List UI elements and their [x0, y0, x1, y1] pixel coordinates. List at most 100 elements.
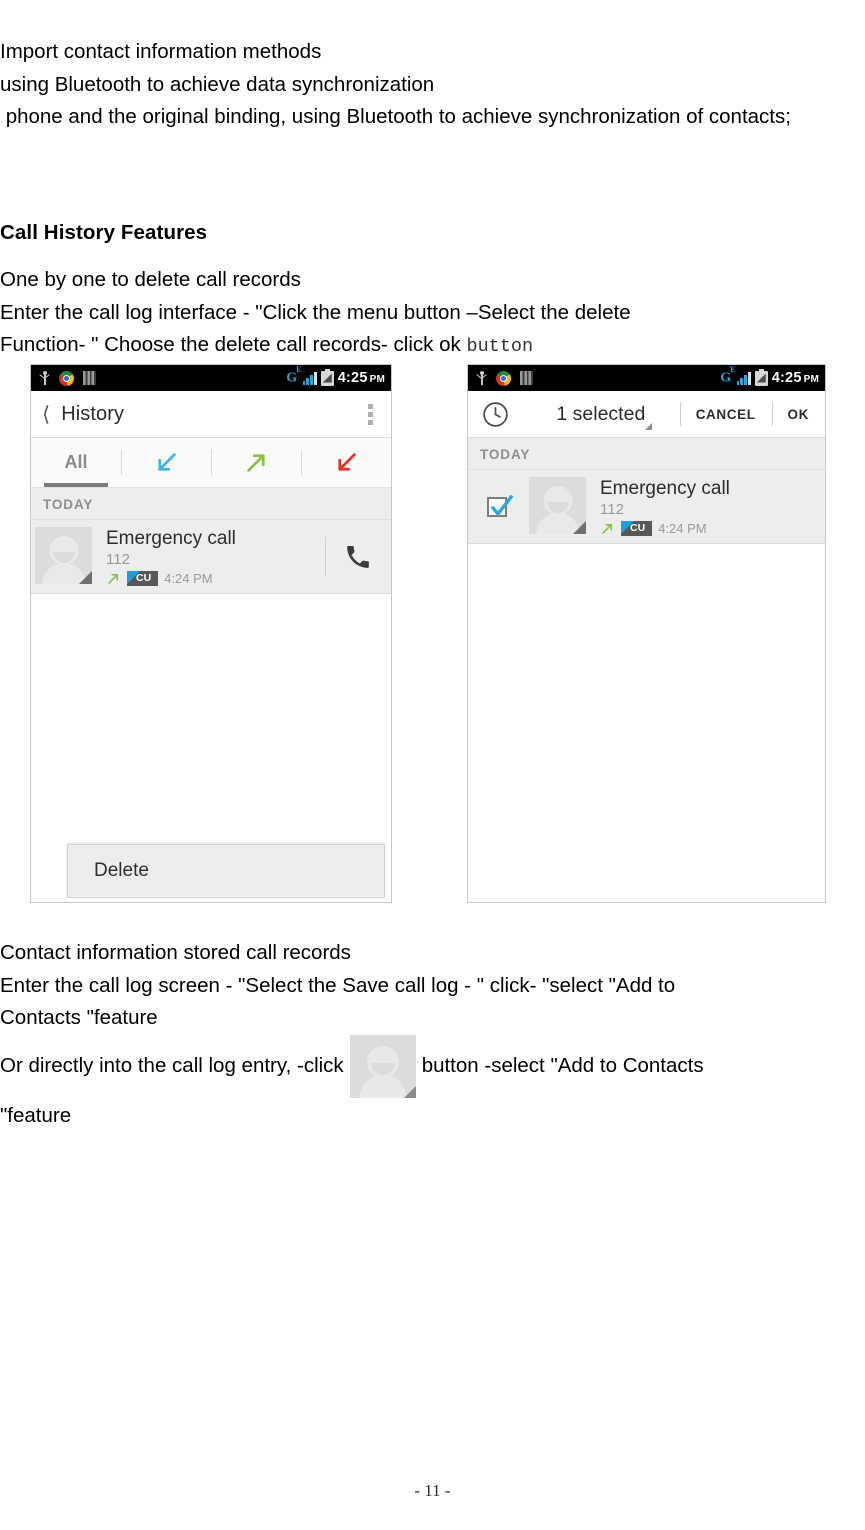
inline-contact-avatar-icon	[349, 1034, 416, 1098]
call-phone-number: 112	[600, 501, 624, 518]
dropdown-caret-icon	[644, 423, 652, 430]
outgoing-arrow-icon	[246, 454, 265, 472]
call-log-row[interactable]: Emergency call 112 CU 4:24 PM	[31, 520, 391, 594]
tab-incoming[interactable]	[121, 438, 211, 487]
selection-checkbox[interactable]	[486, 494, 513, 517]
chrome-icon	[496, 370, 511, 386]
para3-line-4: Or directly into the call log entry, -cl…	[0, 1034, 862, 1098]
para3-line-2: Enter the call log screen - "Select the …	[0, 973, 676, 997]
battery-icon	[754, 368, 768, 386]
back-chevron-icon[interactable]: ⟨	[42, 404, 50, 425]
call-meta-row: CU 4:24 PM	[600, 521, 825, 536]
missed-arrow-icon	[337, 453, 356, 471]
selection-count-dropdown[interactable]: 1 selected	[522, 391, 680, 437]
section-heading: Call History Features	[0, 221, 208, 244]
selection-count-label: 1 selected	[556, 402, 646, 425]
para2-mono-word: button	[466, 336, 534, 357]
tab-missed[interactable]	[301, 438, 391, 487]
status-bar-left-icons	[39, 370, 96, 386]
clock-time: 4:25	[771, 370, 802, 386]
cancel-button[interactable]: CANCEL	[679, 391, 772, 437]
contact-avatar	[35, 527, 92, 584]
clock-icon	[468, 400, 522, 429]
page-title: History	[61, 402, 125, 425]
para2-line-1: One by one to delete call records	[0, 268, 301, 291]
outgoing-arrow-icon	[108, 573, 119, 584]
sim-badge: CU	[127, 571, 159, 586]
call-back-button[interactable]	[325, 527, 391, 586]
intro-line-2: using Bluetooth to achieve data synchron…	[0, 72, 435, 96]
tab-all[interactable]: All	[31, 438, 121, 487]
sim-badge-label: CU	[136, 572, 152, 584]
page-number: - 11 -	[414, 1481, 451, 1500]
row-checkbox-cell[interactable]	[468, 477, 525, 536]
incoming-arrow-icon	[157, 453, 176, 471]
ok-button-label: OK	[787, 406, 809, 422]
sim-badge-label: CU	[630, 522, 646, 534]
para4-tail-text: "feature	[0, 1104, 72, 1127]
delete-menu-label: Delete	[94, 860, 149, 881]
contact-avatar	[529, 477, 586, 534]
para2-line-2: Enter the call log interface - "Click th…	[0, 300, 631, 324]
status-bar-left: GE 4:25 PM	[31, 365, 391, 391]
status-bar-clock: 4:25 PM	[772, 370, 819, 386]
avatar-corner-marker	[79, 571, 92, 584]
status-bar-right: GE 4:25 PM	[468, 365, 825, 391]
intro-line-3: phone and the original binding, using Bl…	[0, 105, 791, 128]
overflow-menu-icon[interactable]	[362, 400, 379, 429]
para2-line-3-text: Function- " Choose the delete call recor…	[0, 333, 467, 356]
network-type-icon: GE	[286, 366, 302, 386]
call-filter-tabs: All	[31, 438, 391, 488]
network-sup: E	[730, 365, 736, 375]
para3-line-3: Contacts "feature	[0, 1006, 158, 1029]
usb-icon	[39, 370, 50, 386]
delete-menu-item[interactable]: Delete	[67, 844, 385, 898]
para4-prefix-text: Or directly into the call log entry, -cl…	[0, 1053, 344, 1077]
section-header-today: TODAY	[468, 438, 825, 470]
battery-icon	[320, 368, 334, 386]
avatar-corner-marker	[573, 521, 586, 534]
action-bar-history: ⟨ History	[31, 391, 391, 438]
call-timestamp: 4:24 PM	[658, 521, 707, 536]
clock-time: 4:25	[337, 370, 368, 386]
para3-line-1: Contact information stored call records	[0, 941, 351, 964]
call-meta-row: CU 4:24 PM	[106, 571, 325, 586]
section-header-today: TODAY	[31, 488, 391, 520]
signal-bars-icon	[83, 371, 96, 385]
network-type-icon: GE	[720, 366, 736, 386]
document-page: Import contact information methods using…	[0, 0, 865, 1530]
tab-outgoing[interactable]	[211, 438, 301, 487]
ok-button[interactable]: OK	[771, 391, 825, 437]
delete-instructions-paragraph: One by one to delete call records Enter …	[0, 264, 862, 364]
feature-tail-paragraph: "feature	[0, 1100, 862, 1133]
outgoing-arrow-icon	[602, 523, 613, 534]
signal-bars-icon	[520, 371, 533, 385]
action-bar-selection: 1 selected CANCEL OK	[468, 391, 825, 438]
call-phone-number: 112	[106, 551, 130, 568]
call-details: Emergency call 112 CU 4:24 PM	[92, 527, 325, 586]
save-contact-instructions-paragraph: Contact information stored call records …	[0, 937, 862, 1098]
call-contact-name: Emergency call	[106, 528, 236, 549]
para4-suffix-text: button -select "Add to Contacts	[421, 1053, 704, 1077]
signal-strength-icon	[302, 371, 317, 385]
status-bar-right-icons: GE 4:25 PM	[286, 366, 385, 386]
call-timestamp: 4:24 PM	[164, 571, 213, 586]
chrome-icon	[59, 370, 74, 386]
empty-list-area-right	[468, 544, 825, 902]
signal-strength-icon	[736, 371, 751, 385]
screenshot-selection-mode: GE 4:25 PM 1 selected CANCEL OK TODAY Em…	[467, 364, 826, 903]
phone-handset-icon	[347, 545, 369, 568]
network-sup: E	[296, 365, 302, 375]
page-footer: - 11 -	[0, 1481, 865, 1501]
status-bar-clock: 4:25 PM	[338, 370, 385, 386]
usb-icon	[476, 370, 487, 386]
call-details: Emergency call 112 CU 4:24 PM	[586, 477, 825, 536]
checkmark-icon	[490, 494, 513, 517]
para2-line-3: Function- " Choose the delete call recor…	[0, 329, 862, 364]
cancel-button-label: CANCEL	[695, 406, 756, 422]
clock-ampm: PM	[803, 374, 819, 385]
intro-line-1: Import contact information methods	[0, 40, 322, 63]
call-log-row-selected[interactable]: Emergency call 112 CU 4:24 PM	[468, 470, 825, 544]
status-bar-right-right-icons: GE 4:25 PM	[720, 366, 819, 386]
tab-all-label: All	[64, 452, 88, 472]
